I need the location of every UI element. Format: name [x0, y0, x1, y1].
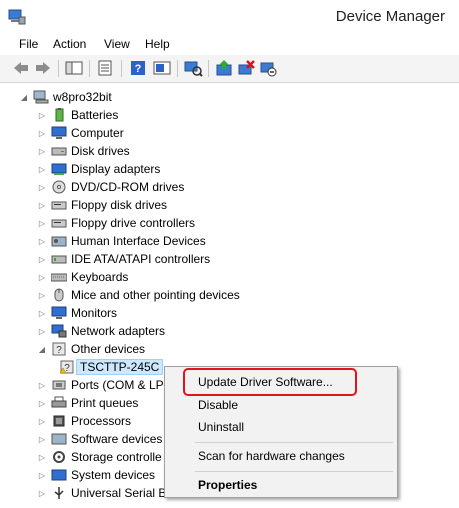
- menu-action[interactable]: Action: [53, 37, 86, 51]
- category-display-adapters[interactable]: ▷ Display adapters: [36, 160, 160, 178]
- printer-icon: [51, 396, 67, 408]
- expand-arrow-icon[interactable]: ▷: [36, 124, 48, 142]
- menu-bar: File Action View Help: [0, 34, 459, 54]
- uninstall-icon[interactable]: [236, 59, 256, 77]
- category-ide-ata-atapi-controllers[interactable]: ▷ IDE ATA/ATAPI controllers: [36, 250, 210, 268]
- mouse-icon: [54, 288, 64, 302]
- device-manager-icon: [8, 9, 26, 25]
- menu-properties[interactable]: Properties: [198, 478, 257, 492]
- computer-root-icon: [33, 90, 49, 104]
- device-tscttp-245c[interactable]: ? TSCTTP-245C: [56, 358, 164, 376]
- category-other-devices[interactable]: ◢ ? Other devices: [36, 340, 145, 358]
- system-device-icon: [51, 469, 67, 481]
- category-monitors[interactable]: ▷ Monitors: [36, 304, 117, 322]
- category-dvd-cdrom-drives[interactable]: ▷ DVD/CD-ROM drives: [36, 178, 184, 196]
- title-bar: Device Manager: [0, 0, 459, 34]
- category-system-devices[interactable]: ▷ System devices: [36, 466, 155, 484]
- floppy-drive-icon: [51, 201, 67, 210]
- expand-arrow-icon[interactable]: ▷: [36, 466, 48, 484]
- properties-icon[interactable]: [95, 59, 115, 77]
- expand-arrow-icon[interactable]: ▷: [36, 376, 48, 394]
- category-network-adapters[interactable]: ▷ Network adapters: [36, 322, 165, 340]
- expand-arrow-icon[interactable]: ▷: [36, 232, 48, 250]
- tree-root[interactable]: ◢ w8pro32bit: [18, 88, 112, 106]
- monitor-icon: [51, 306, 67, 319]
- expand-arrow-icon[interactable]: ▷: [36, 268, 48, 286]
- display-adapter-icon: [51, 163, 67, 175]
- expand-arrow-icon[interactable]: ▷: [36, 412, 48, 430]
- highlight-annotation: [183, 368, 357, 396]
- category-software-devices[interactable]: ▷ Software devices: [36, 430, 162, 448]
- scan-hardware-icon[interactable]: [183, 59, 203, 77]
- disk-drive-icon: [51, 147, 67, 156]
- ports-icon: [52, 380, 66, 390]
- computer-icon: [51, 126, 67, 139]
- ide-controller-icon: [51, 255, 67, 264]
- svg-text:?: ?: [56, 345, 62, 356]
- menu-disable[interactable]: Disable: [198, 398, 238, 412]
- category-keyboards[interactable]: ▷ Keyboards: [36, 268, 128, 286]
- category-human-interface-devices[interactable]: ▷ Human Interface Devices: [36, 232, 206, 250]
- unknown-device-warning-icon: ?: [59, 360, 74, 374]
- menu-uninstall[interactable]: Uninstall: [198, 420, 244, 434]
- forward-icon[interactable]: [33, 59, 53, 77]
- expand-arrow-icon[interactable]: ▷: [36, 196, 48, 214]
- category-floppy-disk-drives[interactable]: ▷ Floppy disk drives: [36, 196, 167, 214]
- category-print-queues[interactable]: ▷ Print queues: [36, 394, 138, 412]
- menu-help[interactable]: Help: [145, 37, 170, 51]
- storage-controller-icon: [53, 451, 65, 463]
- expand-arrow-icon[interactable]: ▷: [36, 250, 48, 268]
- category-disk-drives[interactable]: ▷ Disk drives: [36, 142, 130, 160]
- expand-arrow-icon[interactable]: ▷: [36, 160, 48, 178]
- category-floppy-drive-controllers[interactable]: ▷ Floppy drive controllers: [36, 214, 195, 232]
- help-icon[interactable]: ?: [128, 59, 148, 77]
- usb-icon: [54, 487, 64, 499]
- menu-file[interactable]: File: [19, 37, 38, 51]
- expand-arrow-icon[interactable]: ▷: [36, 394, 48, 412]
- console-icon[interactable]: [152, 59, 172, 77]
- category-processors[interactable]: ▷ Processors: [36, 412, 131, 430]
- category-computer[interactable]: ▷ Computer: [36, 124, 124, 142]
- hid-icon: [51, 236, 67, 247]
- dvd-drive-icon: [52, 180, 66, 194]
- back-icon[interactable]: [11, 59, 31, 77]
- category-usb-controllers[interactable]: ▷ Universal Serial B: [36, 484, 166, 502]
- expand-arrow-icon[interactable]: ▷: [36, 106, 48, 124]
- processor-icon: [53, 415, 65, 427]
- expand-arrow-icon[interactable]: ▷: [36, 214, 48, 232]
- keyboard-icon: [51, 273, 67, 282]
- menu-separator: [195, 471, 393, 472]
- unknown-device-icon: ?: [52, 342, 66, 356]
- category-mice[interactable]: ▷ Mice and other pointing devices: [36, 286, 240, 304]
- show-hide-console-tree-icon[interactable]: [64, 59, 84, 77]
- expand-arrow-icon[interactable]: ▷: [36, 484, 48, 502]
- menu-view[interactable]: View: [104, 37, 130, 51]
- svg-text:?: ?: [135, 63, 142, 75]
- category-ports[interactable]: ▷ Ports (COM & LP: [36, 376, 164, 394]
- floppy-controller-icon: [51, 219, 67, 228]
- update-driver-icon[interactable]: [214, 59, 234, 77]
- battery-icon: [55, 108, 64, 122]
- expand-arrow-icon[interactable]: ▷: [36, 178, 48, 196]
- toolbar: ?: [0, 55, 459, 83]
- collapse-arrow-icon[interactable]: ◢: [36, 340, 48, 358]
- expand-arrow-icon[interactable]: ▷: [36, 304, 48, 322]
- collapse-arrow-icon[interactable]: ◢: [18, 88, 30, 106]
- expand-arrow-icon[interactable]: ▷: [36, 322, 48, 340]
- category-batteries[interactable]: ▷ Batteries: [36, 106, 118, 124]
- software-device-icon: [51, 433, 67, 445]
- expand-arrow-icon[interactable]: ▷: [36, 142, 48, 160]
- menu-scan-hardware-changes[interactable]: Scan for hardware changes: [198, 449, 345, 463]
- expand-arrow-icon[interactable]: ▷: [36, 430, 48, 448]
- menu-separator: [195, 442, 393, 443]
- window-title: Device Manager: [335, 8, 445, 25]
- disable-icon[interactable]: [258, 59, 278, 77]
- category-storage-controllers[interactable]: ▷ Storage controlle: [36, 448, 162, 466]
- network-adapter-icon: [51, 324, 67, 338]
- expand-arrow-icon[interactable]: ▷: [36, 286, 48, 304]
- expand-arrow-icon[interactable]: ▷: [36, 448, 48, 466]
